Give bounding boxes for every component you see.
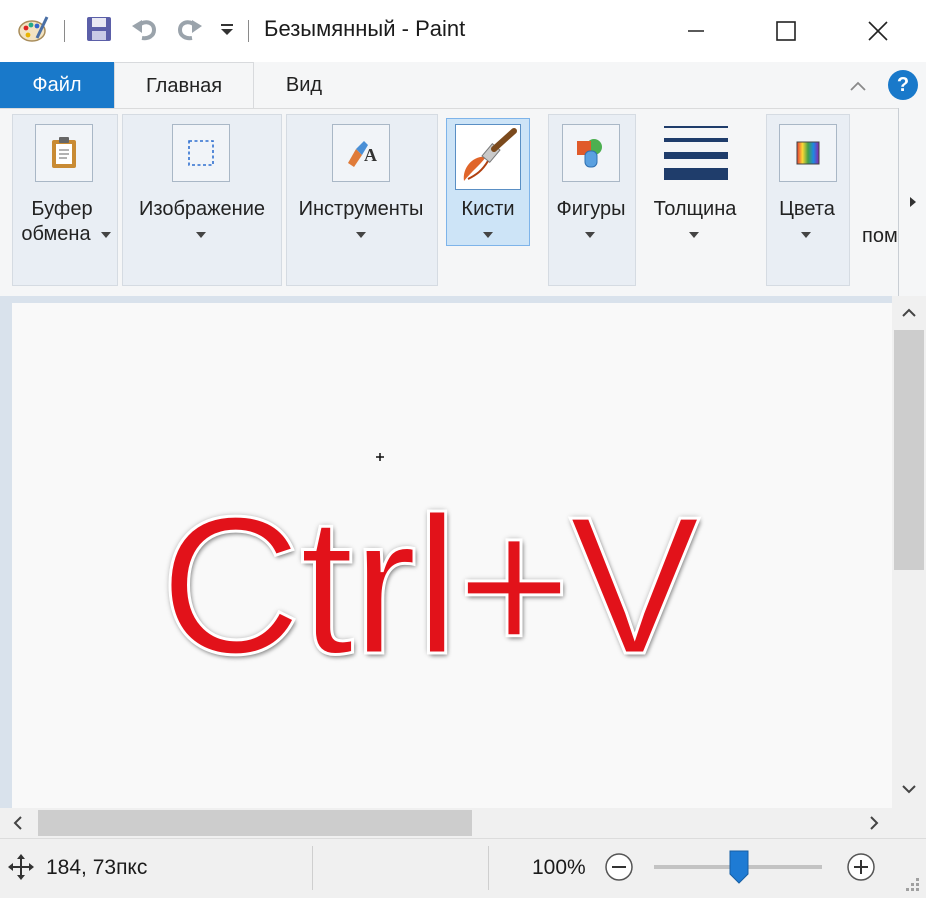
minimize-button[interactable]	[666, 6, 726, 56]
scroll-up-icon[interactable]	[896, 300, 922, 326]
close-button[interactable]	[848, 6, 908, 56]
chevron-down-icon	[801, 232, 811, 238]
chevron-down-icon	[483, 232, 493, 238]
horizontal-scroll-thumb[interactable]	[38, 810, 472, 836]
customize-dropdown-icon[interactable]	[210, 12, 244, 46]
ribbon-label-help-truncated: пом	[862, 225, 898, 247]
zoom-slider-thumb[interactable]	[729, 850, 749, 884]
chevron-down-icon	[689, 232, 699, 238]
ribbon-label-tools: Инструменты	[298, 198, 424, 220]
colors-icon	[779, 124, 837, 182]
move-cursor-icon	[8, 854, 34, 880]
paint-app-icon[interactable]	[16, 12, 50, 46]
chevron-down-icon	[356, 232, 366, 238]
chevron-down-icon	[585, 232, 595, 238]
maximize-button[interactable]	[756, 6, 816, 56]
zoom-in-button[interactable]	[846, 852, 876, 882]
scroll-down-icon[interactable]	[896, 776, 922, 802]
status-separator	[488, 846, 489, 890]
ribbon-scroll-right-button[interactable]	[898, 108, 926, 296]
cursor-crosshair-icon	[376, 448, 384, 461]
redo-icon[interactable]	[172, 12, 206, 46]
brush-icon	[455, 124, 521, 190]
zoom-out-button[interactable]	[604, 852, 634, 882]
ribbon-label-shapes: Фигуры	[556, 198, 626, 220]
chevron-down-icon	[101, 232, 111, 238]
undo-icon[interactable]	[128, 12, 162, 46]
status-separator	[312, 846, 313, 890]
help-icon[interactable]: ?	[888, 70, 918, 100]
cursor-coordinates: 184, 73пкс	[46, 856, 148, 879]
line-thickness-icon	[664, 124, 728, 182]
ribbon-label-colors: Цвета	[779, 198, 835, 220]
window-title: Безымянный - Paint	[264, 16, 466, 41]
vertical-scroll-thumb[interactable]	[894, 330, 924, 570]
clipboard-icon	[35, 124, 93, 182]
save-icon[interactable]	[82, 12, 116, 46]
tab-home[interactable]: Главная	[114, 62, 254, 109]
collapse-ribbon-icon[interactable]	[846, 74, 870, 98]
toolbar-separator	[248, 20, 249, 42]
svg-text:A: A	[364, 145, 377, 165]
toolbar-separator	[64, 20, 65, 42]
select-icon	[172, 124, 230, 182]
scrollbar-corner	[892, 808, 926, 838]
ribbon-label-brushes: Кисти	[461, 198, 515, 220]
canvas-text-ctrl-v: Ctrl+V	[158, 476, 701, 695]
tools-icon: A	[332, 124, 390, 182]
tab-view[interactable]: Вид	[262, 62, 346, 108]
scroll-right-icon[interactable]	[862, 810, 886, 836]
chevron-down-icon	[196, 232, 206, 238]
scroll-left-icon[interactable]	[6, 810, 30, 836]
ribbon-label-image: Изображение	[139, 198, 265, 220]
shapes-icon	[562, 124, 620, 182]
tab-file[interactable]: Файл	[0, 62, 114, 108]
ribbon-label-clipboard-1: Буфер	[31, 198, 93, 220]
zoom-level: 100%	[532, 856, 586, 879]
ribbon-label-size: Толщина	[653, 198, 737, 220]
ribbon-label-clipboard-2: обмена	[21, 223, 91, 245]
resize-grip-icon[interactable]	[902, 874, 922, 894]
